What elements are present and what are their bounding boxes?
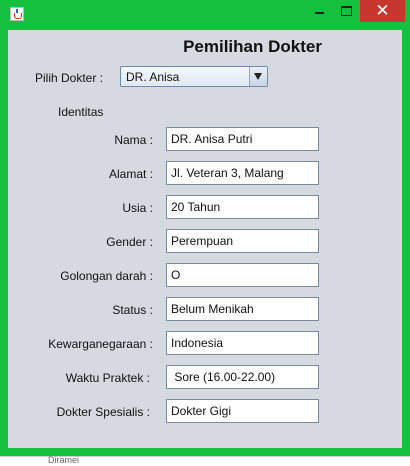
kewarganegaraan-input[interactable] (167, 333, 316, 353)
dokter-spesialis-input[interactable] (167, 401, 316, 421)
background-text-fragment: Diramei (48, 455, 80, 465)
status-field[interactable] (166, 297, 319, 321)
close-icon: ✕ (375, 1, 390, 21)
close-button[interactable]: ✕ (360, 0, 405, 22)
doctor-select-value: DR. Anisa (126, 70, 180, 84)
nama-field[interactable] (166, 127, 319, 151)
section-title-identitas: Identitas (58, 105, 104, 119)
kewarganegaraan-label: Kewarganegaraan : (48, 337, 153, 351)
minimize-button[interactable] (306, 0, 332, 22)
form-panel: Pemilihan Dokter Pilih Dokter : DR. Anis… (8, 30, 402, 448)
maximize-button[interactable] (333, 0, 359, 22)
doctor-select-label: Pilih Dokter : (35, 71, 104, 85)
dropdown-button[interactable] (249, 67, 267, 86)
alamat-field[interactable] (166, 161, 319, 185)
status-label: Status : (112, 303, 153, 317)
alamat-label: Alamat : (108, 167, 153, 181)
java-app-icon (10, 7, 24, 21)
nama-label: Nama : (114, 133, 153, 147)
minimize-icon (315, 12, 324, 14)
dokter-spesialis-label: Dokter Spesialis : (56, 405, 150, 419)
usia-field[interactable] (166, 195, 319, 219)
waktu-praktek-field[interactable] (166, 365, 319, 389)
gender-label: Gender : (106, 235, 153, 249)
page-title: Pemilihan Dokter (183, 37, 322, 56)
usia-input[interactable] (167, 197, 316, 217)
status-input[interactable] (167, 299, 316, 319)
gender-field[interactable] (166, 229, 319, 253)
usia-label: Usia : (122, 201, 153, 215)
golongan-darah-input[interactable] (167, 265, 316, 285)
nama-input[interactable] (167, 129, 316, 149)
waktu-praktek-input[interactable] (167, 367, 316, 387)
waktu-praktek-label: Waktu Praktek : (65, 371, 150, 385)
dokter-spesialis-field[interactable] (166, 399, 319, 423)
application-window: ✕ Pemilihan Dokter Pilih Dokter : DR. An… (0, 0, 410, 456)
alamat-input[interactable] (167, 163, 316, 183)
title-bar[interactable]: ✕ (0, 0, 410, 27)
maximize-icon (341, 6, 352, 16)
doctor-select-dropdown[interactable]: DR. Anisa (120, 66, 268, 87)
chevron-down-icon (254, 73, 262, 80)
golongan-darah-field[interactable] (166, 263, 319, 287)
golongan-darah-label: Golongan darah : (60, 269, 153, 283)
gender-input[interactable] (167, 231, 316, 251)
kewarganegaraan-field[interactable] (166, 331, 319, 355)
